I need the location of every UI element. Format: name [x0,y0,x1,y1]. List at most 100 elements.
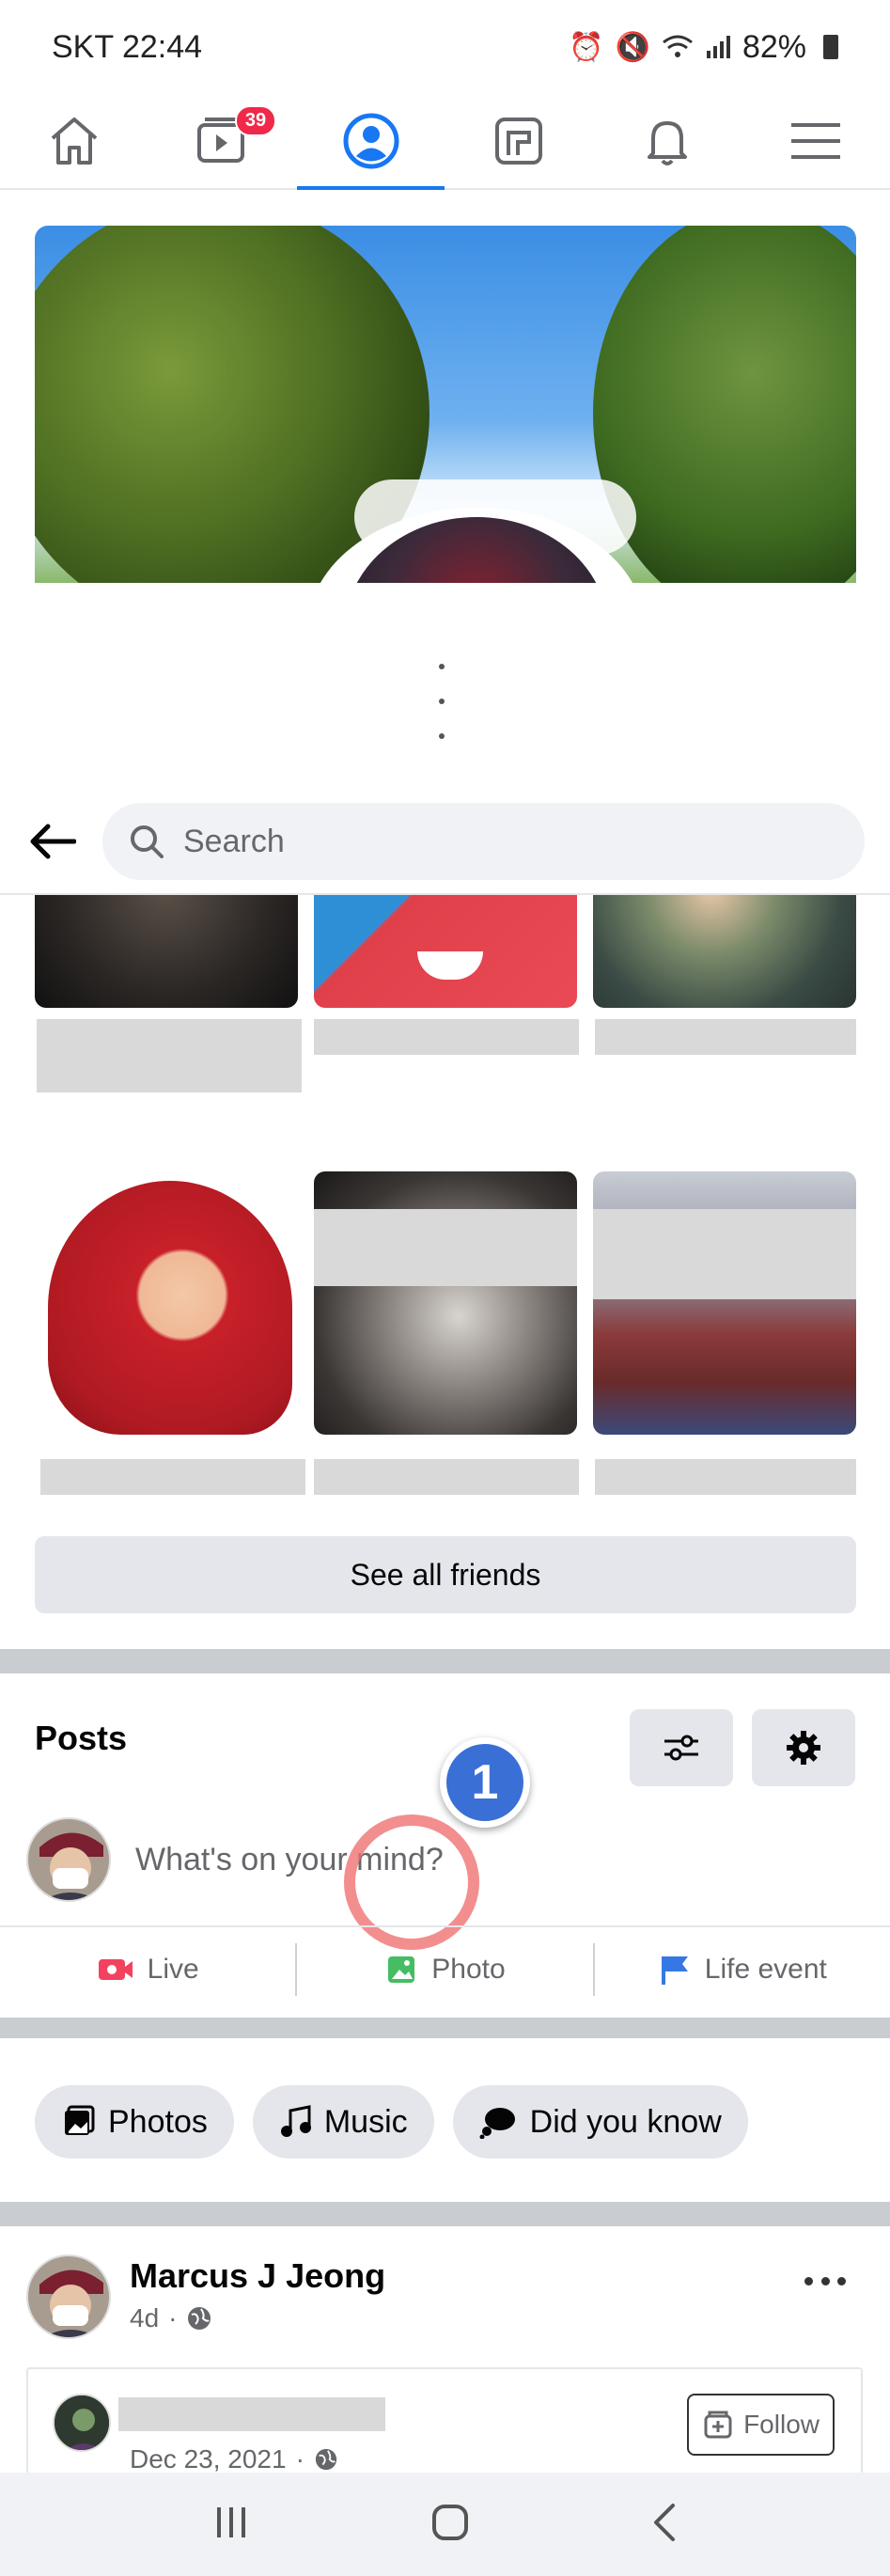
watch-badge: 39 [234,105,277,136]
meta-separator: · [295,2444,304,2474]
friend-name-redacted[interactable] [314,1459,579,1495]
search-input[interactable] [183,823,838,860]
nav-home[interactable] [0,94,148,188]
section-divider [0,2018,890,2038]
chevron-left-icon [653,2503,675,2541]
meta-separator: · [168,2303,178,2333]
android-navigation-bar [0,2473,890,2576]
globe-icon [315,2448,337,2471]
nav-notifications[interactable] [593,94,742,188]
friend-name-redacted[interactable] [314,1019,579,1055]
home-button[interactable] [429,2502,471,2548]
posts-title: Posts [35,1719,128,1757]
live-label: Live [147,1954,199,1985]
friend-card[interactable] [35,1171,305,1495]
post-header: Marcus J Jeong 4d · [26,2253,863,2347]
shared-post[interactable]: Dec 23, 2021 · Follow [26,2367,863,2480]
section-divider [0,1649,890,1673]
post-author-name[interactable]: Marcus J Jeong [130,2256,385,2296]
speech-bubble-icon [479,2108,515,2139]
redacted-block [314,1209,577,1286]
photos-chip-label: Photos [108,2103,208,2140]
friend-card[interactable] [593,1171,856,1495]
friend-name-redacted[interactable] [595,1459,856,1495]
see-all-friends-button[interactable]: See all friends [35,1536,856,1613]
shared-post-meta: Dec 23, 2021 · [130,2444,338,2474]
friend-name-redacted[interactable] [37,1019,302,1092]
nav-watch[interactable]: 39 [148,94,297,188]
shared-author-avatar[interactable] [53,2394,111,2452]
shared-author-name-redacted[interactable] [118,2397,385,2431]
author-avatar[interactable] [26,2254,111,2339]
nav-profile[interactable] [296,94,445,190]
battery-percent: 82% [742,28,806,65]
filter-posts-button[interactable] [630,1709,733,1786]
life-event-button[interactable]: Life event [592,1943,890,1996]
flag-icon [661,1956,688,1985]
photo-label: Photo [431,1954,506,1985]
music-chip-label: Music [323,2103,408,2140]
status-icons: ⏰ 🔇 82% [569,29,838,66]
cartoon-mouth [417,951,483,980]
more-options-vertical-icon[interactable] [434,664,449,739]
friend-card[interactable] [593,895,856,1055]
post-more-button[interactable] [797,2262,853,2300]
live-button[interactable]: Live [0,1943,295,1996]
friend-card[interactable] [35,895,302,1092]
bell-icon [648,121,688,165]
music-chip[interactable]: Music [252,2085,434,2159]
did-you-know-chip-label: Did you know [529,2103,722,2140]
live-video-icon [98,1959,133,1980]
friend-name-redacted[interactable] [40,1459,305,1495]
wifi-icon [663,35,693,57]
recent-apps-button[interactable] [212,2504,250,2546]
friend-photo[interactable] [314,895,577,1008]
filter-icon [664,1735,698,1761]
home-square-icon [431,2504,468,2540]
mute-icon: 🔇 [615,31,650,63]
photo-button[interactable]: Photo [295,1943,592,1996]
status-bar: SKT 22:44 ⏰ 🔇 82% [0,0,890,94]
recent-apps-icon [216,2506,245,2537]
avatar-illustration [28,2256,109,2337]
photos-chip[interactable]: Photos [35,2085,234,2159]
shared-post-date[interactable]: Dec 23, 2021 [130,2444,287,2474]
user-avatar[interactable] [26,1817,111,1902]
signal-icon [706,36,730,58]
profile-chips: Photos Music Did you know [35,2085,748,2159]
redacted-block [593,1209,856,1299]
friend-photo[interactable] [35,1171,298,1435]
friend-card[interactable] [314,895,579,1055]
post-age[interactable]: 4d [130,2303,159,2333]
friend-card[interactable] [314,1171,579,1495]
composer-actions: Live Photo Life event [0,1925,890,2012]
back-arrow-icon [30,824,76,859]
top-nav: 39 [0,94,890,190]
follow-button[interactable]: Follow [687,2394,835,2456]
back-button[interactable] [25,815,78,868]
friend-photo[interactable] [593,895,856,1008]
manage-posts-button[interactable] [752,1709,855,1786]
friend-name-redacted[interactable] [595,1019,856,1055]
life-event-label: Life event [704,1954,827,1985]
search-icon [131,825,164,858]
battery-icon [823,35,838,59]
did-you-know-chip[interactable]: Did you know [452,2085,748,2159]
friend-photo[interactable] [314,1171,577,1435]
cover-photo[interactable] [35,226,856,583]
friend-photo[interactable] [593,1171,856,1435]
photos-icon [65,2105,95,2135]
step-badge: 1 [440,1737,530,1828]
nav-pages[interactable] [445,94,593,188]
search-box[interactable] [102,803,865,880]
nav-menu[interactable] [742,94,890,188]
friends-grid [35,895,856,1497]
avatar-illustration [55,2395,109,2450]
avatar-illustration [28,1819,109,1900]
globe-icon [188,2307,211,2330]
friend-photo[interactable] [35,895,298,1008]
profile-icon [343,113,399,169]
back-nav-button[interactable] [650,2502,679,2548]
follow-icon [704,2411,732,2439]
alarm-icon: ⏰ [569,31,604,63]
